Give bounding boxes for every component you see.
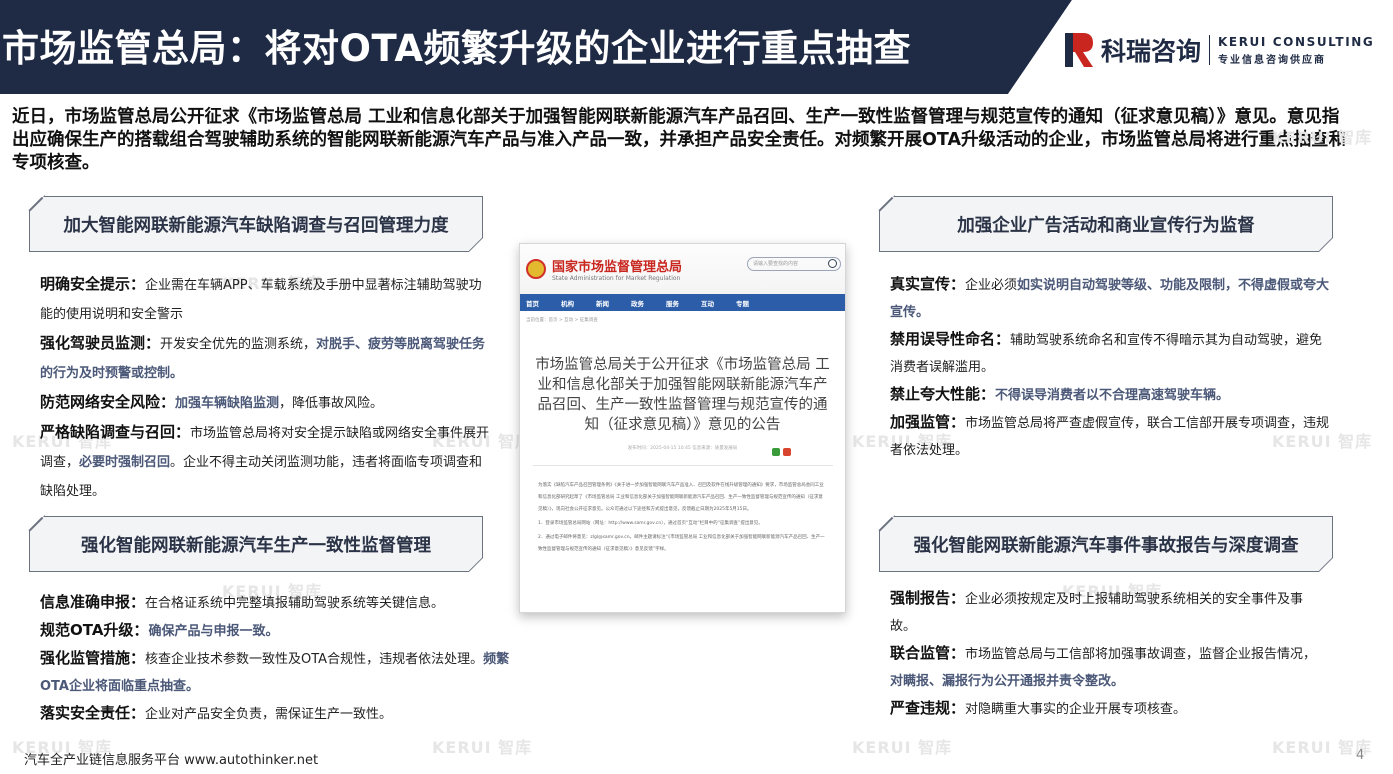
share-icons <box>772 448 791 456</box>
consistency-list: 信息准确申报：在合格证系统中完整填报辅助驾驶系统等关键信息。 规范OTA升级：确… <box>40 589 520 728</box>
document-org-name-en: State Administration for Market Regulati… <box>552 275 681 282</box>
item-label: 规范OTA升级： <box>40 621 149 639</box>
document-paragraph: 1．登录市场监管总局网站（网址：http://www.samr.gov.cn），… <box>538 521 763 526</box>
nav-item: 专题 <box>736 299 749 308</box>
document-breadcrumb: 当前位置：首页 > 互动 > 征集调查 <box>526 318 598 323</box>
list-item: 禁用误导性命名：辅助驾驶系统命名和宣传不得暗示其为自动驾驶，避免消费者误解滥用。 <box>890 326 1330 381</box>
document-search-box: 请输入要查找的内容 <box>747 257 841 271</box>
national-emblem-icon <box>526 259 546 279</box>
list-item: 联合监管：市场监管总局与工信部将加强事故调查，监督企业报告情况， 对瞒报、漏报行为… <box>890 640 1320 695</box>
header-bar: 市场监管总局：将对OTA频繁升级的企业进行重点抽查 科瑞咨询 KERUI CON… <box>0 0 1393 94</box>
item-label: 加强监管： <box>890 413 966 431</box>
document-nav: 首页 机构 新闻 政务 服务 互动 专题 <box>520 294 845 311</box>
kerui-logo-icon <box>1065 33 1093 67</box>
document-meta: 发布时间：2025-04-15 10:45 信息来源：质量发展局 <box>627 446 738 451</box>
brand-name-cn: 科瑞咨询 <box>1101 37 1202 66</box>
nav-item: 服务 <box>666 299 679 308</box>
item-label: 落实安全责任： <box>40 704 146 722</box>
item-highlight: 不得误导消费者以不合理高速驾驶车辆。 <box>995 388 1230 403</box>
item-label: 强化驾驶员监测： <box>40 334 161 352</box>
section-header-recall: 加大智能网联新能源汽车缺陷调查与召回管理力度 <box>28 196 484 252</box>
section-header-consistency: 强化智能网联新能源汽车生产一致性监督管理 <box>28 516 484 572</box>
item-label: 联合监管： <box>890 644 966 662</box>
nav-item: 政务 <box>631 299 644 308</box>
item-label: 真实宣传： <box>890 275 966 293</box>
nav-item: 互动 <box>701 299 714 308</box>
list-item: 信息准确申报：在合格证系统中完整填报辅助驾驶系统等关键信息。 <box>40 589 520 617</box>
nav-item: 首页 <box>526 299 539 308</box>
list-item: 强化驾驶员监测：开发安全优先的监测系统，对脱手、疲劳等脱离驾驶任务的行为及时预警… <box>40 329 490 388</box>
document-body: 为落实《缺陷汽车产品召回管理条例》《关于进一步加强智能网联汽车产品准入、召回及软… <box>520 466 845 556</box>
item-highlight: 对瞒报、漏报行为公开通报并责令整改。 <box>890 674 1125 689</box>
wechat-icon <box>772 448 780 456</box>
intro-paragraph: 近日，市场监管总局公开征求《市场监管总局 工业和信息化部关于加强智能网联新能源汽… <box>12 107 1346 173</box>
section-title: 加大智能网联新能源汽车缺陷调查与召回管理力度 <box>63 215 449 236</box>
list-item: 真实宣传：企业必须如实说明自动驾驶等级、功能及限制，不得虚假或夸大宣传。 <box>890 271 1330 326</box>
nav-item: 机构 <box>561 299 574 308</box>
document-paragraph: 为落实《缺陷汽车产品召回管理条例》《关于进一步加强智能网联汽车产品准入、召回及软… <box>538 483 824 512</box>
watermark: KERUI 智库 <box>1272 128 1373 147</box>
section-title: 加强企业广告活动和商业宣传行为监督 <box>957 215 1255 236</box>
list-item: 防范网络安全风险：加强车辆缺陷监测，降低事故风险。 <box>40 388 490 418</box>
item-text: 开发安全优先的监测系统， <box>160 337 317 352</box>
watermark: KERUI 智库 <box>432 738 533 757</box>
nav-item: 新闻 <box>596 299 609 308</box>
item-highlight: 确保产品与申报一致。 <box>148 624 279 639</box>
search-icon <box>828 259 837 268</box>
item-text: 企业对产品安全负责，需保证生产一致性。 <box>145 707 393 722</box>
item-highlight: 加强车辆缺陷监测 <box>175 396 280 411</box>
list-item: 加强监管：市场监管总局将严查虚假宣传，联合工信部开展专项调查，违规者依法处理。 <box>890 409 1330 464</box>
brand-tagline: 专业信息咨询供应商 <box>1218 54 1327 66</box>
document-paragraph: 2．通过电子邮件将意见：zlgl@samr.gov.cn。邮件主题请标注“《市场… <box>538 535 825 552</box>
section-title: 强化智能网联新能源汽车生产一致性监督管理 <box>81 535 431 556</box>
item-label: 禁用误导性命名： <box>890 330 1011 348</box>
item-label: 强化监管措施： <box>40 649 146 667</box>
list-item: 强制报告：企业必须按规定及时上报辅助驾驶系统相关的安全事件及事故。 <box>890 585 1320 640</box>
brand-logo: 科瑞咨询 KERUI CONSULTING 专业信息咨询供应商 <box>1063 30 1374 70</box>
accident-list: 强制报告：企业必须按规定及时上报辅助驾驶系统相关的安全事件及事故。 联合监管：市… <box>890 585 1320 723</box>
item-text: 对隐瞒重大事实的企业开展专项核查。 <box>965 702 1187 717</box>
notice-document-image: 国家市场监督管理总局 State Administration for Mark… <box>519 243 846 613</box>
list-item: 规范OTA升级：确保产品与申报一致。 <box>40 617 520 645</box>
list-item: 禁止夸大性能：不得误导消费者以不合理高速驾驶车辆。 <box>890 381 1330 409</box>
recall-list: 明确安全提示：企业需在车辆APP、车载系统及手册中显著标注辅助驾驶功能的使用说明… <box>40 270 490 506</box>
list-item: 严查违规：对隐瞒重大事实的企业开展专项核查。 <box>890 695 1320 723</box>
item-text: 在合格证系统中完整填报辅助驾驶系统等关键信息。 <box>145 596 445 611</box>
item-text: 企业必须 <box>965 278 1018 293</box>
document-title: 市场监管总局关于公开征求《市场监管总局 工业和信息化部关于加强智能网联新能源汽车… <box>535 357 830 433</box>
brand-name-en: KERUI CONSULTING <box>1218 34 1375 49</box>
page-number: 4 <box>1356 748 1365 763</box>
list-item: 严格缺陷调查与召回：市场监管总局将对安全提示缺陷或网络安全事件展开调查，必要时强… <box>40 418 490 506</box>
item-label: 防范网络安全风险： <box>40 393 176 411</box>
brand-divider <box>1209 35 1211 65</box>
item-text: ，降低事故风险。 <box>279 396 384 411</box>
advertising-list: 真实宣传：企业必须如实说明自动驾驶等级、功能及限制，不得虚假或夸大宣传。 禁用误… <box>890 271 1330 464</box>
document-header: 国家市场监督管理总局 State Administration for Mark… <box>520 244 845 294</box>
item-label: 严查违规： <box>890 699 966 717</box>
item-label: 强制报告： <box>890 589 966 607</box>
item-text: 核查企业技术参数一致性及OTA合规性，违规者依法处理。 <box>145 652 484 667</box>
item-label: 严格缺陷调查与召回： <box>40 423 191 441</box>
item-label: 明确安全提示： <box>40 275 146 293</box>
weibo-icon <box>783 448 791 456</box>
footer-text: 汽车全产业链信息服务平台 www.autothinker.net <box>24 753 319 768</box>
item-text: 市场监管总局与工信部将加强事故调查，监督企业报告情况， <box>965 647 1317 662</box>
item-highlight: 必要时强制召回 <box>79 455 171 470</box>
page-title: 市场监管总局：将对OTA频繁升级的企业进行重点抽查 <box>2 27 911 70</box>
section-title: 强化智能网联新能源汽车事件事故报告与深度调查 <box>913 535 1299 556</box>
item-label: 信息准确申报： <box>40 593 146 611</box>
section-header-accident: 强化智能网联新能源汽车事件事故报告与深度调查 <box>878 516 1334 572</box>
watermark: KERUI 智库 <box>852 738 953 757</box>
list-item: 明确安全提示：企业需在车辆APP、车载系统及手册中显著标注辅助驾驶功能的使用说明… <box>40 270 490 329</box>
list-item: 落实安全责任：企业对产品安全负责，需保证生产一致性。 <box>40 700 520 728</box>
list-item: 强化监管措施：核查企业技术参数一致性及OTA合规性，违规者依法处理。频繁OTA企… <box>40 645 520 700</box>
section-header-advertising: 加强企业广告活动和商业宣传行为监督 <box>878 196 1334 252</box>
item-label: 禁止夸大性能： <box>890 385 996 403</box>
document-org-name: 国家市场监督管理总局 <box>552 260 683 275</box>
document-search-placeholder: 请输入要查找的内容 <box>753 261 799 267</box>
